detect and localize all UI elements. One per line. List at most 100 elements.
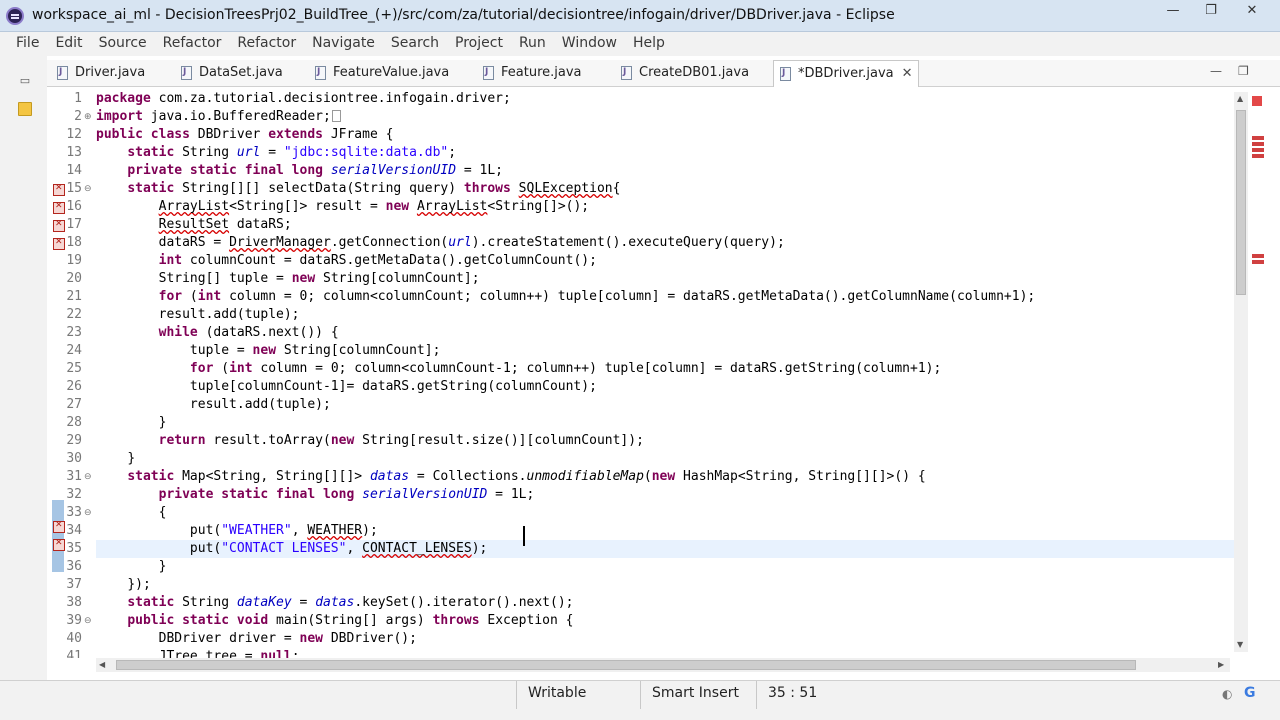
code-line[interactable]: }: [96, 558, 1236, 576]
code-line[interactable]: put("WEATHER", WEATHER);: [96, 522, 1236, 540]
error-token: DriverManager: [229, 235, 331, 250]
error-marker[interactable]: [1252, 136, 1264, 140]
code-line[interactable]: }: [96, 414, 1236, 432]
menu-edit[interactable]: Edit: [47, 32, 90, 56]
code-line[interactable]: package com.za.tutorial.decisiontree.inf…: [96, 90, 1236, 108]
error-marker[interactable]: [1252, 260, 1264, 264]
insert-mode-status[interactable]: Smart Insert: [652, 685, 739, 701]
collapse-icon[interactable]: ⊖: [84, 180, 94, 198]
code-line[interactable]: static String[][] selectData(String quer…: [96, 180, 1236, 198]
error-token: ResultSet: [158, 217, 230, 232]
tab-dataset-java[interactable]: DataSet.java: [175, 60, 283, 87]
menu-project[interactable]: Project: [447, 32, 511, 56]
expand-icon[interactable]: ⊕: [84, 108, 94, 126]
tab-featurevalue-java[interactable]: FeatureValue.java: [309, 60, 449, 87]
google-icon[interactable]: G: [1244, 685, 1256, 701]
vertical-scrollbar[interactable]: ▲ ▼: [1234, 92, 1248, 652]
code-line[interactable]: static String url = "jdbc:sqlite:data.db…: [96, 144, 1236, 162]
collapse-icon[interactable]: ⊖: [84, 468, 94, 486]
collapse-icon[interactable]: ⊖: [84, 612, 94, 630]
minimize-button[interactable]: —: [1154, 1, 1192, 21]
menu-source[interactable]: Source: [91, 32, 155, 56]
code-line[interactable]: ResultSet dataRS;: [96, 216, 1236, 234]
vertical-scroll-thumb[interactable]: [1236, 110, 1246, 295]
scroll-left-icon[interactable]: ◀: [99, 660, 105, 669]
horizontal-scrollbar[interactable]: ◀ ▶: [96, 658, 1230, 672]
error-marker[interactable]: [1252, 148, 1264, 152]
menu-refactor-2[interactable]: Refactor: [229, 32, 304, 56]
tab-dbdriver-java[interactable]: *DBDriver.java ✕: [773, 60, 919, 87]
keyword: static: [127, 181, 175, 196]
menu-navigate[interactable]: Navigate: [304, 32, 383, 56]
folded-region-icon[interactable]: [331, 110, 341, 122]
error-marker[interactable]: [1252, 154, 1264, 158]
menu-window[interactable]: Window: [554, 32, 625, 56]
code-line[interactable]: tuple = new String[columnCount];: [96, 342, 1236, 360]
keyword: null: [260, 649, 292, 658]
package-explorer-icon[interactable]: [18, 102, 32, 116]
scroll-up-icon[interactable]: ▲: [1237, 94, 1243, 103]
maximize-editor-icon[interactable]: ❐: [1238, 64, 1249, 78]
code-text-span: });: [127, 577, 151, 592]
code-text-span: = 1L;: [456, 163, 504, 178]
code-line[interactable]: {: [96, 504, 1236, 522]
progress-icon[interactable]: ◐: [1222, 687, 1232, 701]
code-line[interactable]: int columnCount = dataRS.getMetaData().g…: [96, 252, 1236, 270]
tab-close-icon[interactable]: ✕: [902, 66, 913, 81]
code-line[interactable]: });: [96, 576, 1236, 594]
code-line[interactable]: result.add(tuple);: [96, 306, 1236, 324]
overview-ruler[interactable]: [1250, 92, 1266, 652]
close-button[interactable]: ✕: [1230, 1, 1274, 21]
scroll-right-icon[interactable]: ▶: [1218, 660, 1224, 669]
code-line[interactable]: while (dataRS.next()) {: [96, 324, 1236, 342]
code-line[interactable]: static String dataKey = datas.keySet().i…: [96, 594, 1236, 612]
horizontal-scroll-thumb[interactable]: [116, 660, 1136, 670]
code-line[interactable]: private static final long serialVersionU…: [96, 162, 1236, 180]
code-line[interactable]: static Map<String, String[][]> datas = C…: [96, 468, 1236, 486]
code-text-span: java.io.BufferedReader;: [142, 109, 331, 124]
code-line[interactable]: public static void main(String[] args) t…: [96, 612, 1236, 630]
menu-refactor[interactable]: Refactor: [155, 32, 230, 56]
menu-run[interactable]: Run: [511, 32, 554, 56]
error-token: WEATHER: [307, 523, 363, 538]
code-line[interactable]: return result.toArray(new String[result.…: [96, 432, 1236, 450]
eclipse-icon: [6, 7, 24, 25]
code-line[interactable]: private static final long serialVersionU…: [96, 486, 1236, 504]
error-marker[interactable]: [1252, 254, 1264, 258]
code-text-span: .keySet().iterator().next();: [354, 595, 574, 610]
code-line[interactable]: tuple[columnCount-1]= dataRS.getString(c…: [96, 378, 1236, 396]
error-marker[interactable]: [1252, 142, 1264, 146]
tab-createdb01-java[interactable]: CreateDB01.java: [615, 60, 749, 87]
menu-file[interactable]: File: [8, 32, 47, 56]
code-line[interactable]: result.add(tuple);: [96, 396, 1236, 414]
error-summary-icon[interactable]: [1252, 96, 1262, 106]
code-line[interactable]: import java.io.BufferedReader;: [96, 108, 1236, 126]
menu-search[interactable]: Search: [383, 32, 447, 56]
minimize-editor-icon[interactable]: —: [1210, 64, 1222, 78]
code-line[interactable]: for (int column = 0; column<columnCount;…: [96, 288, 1236, 306]
code-text-span: =: [260, 145, 284, 160]
code-line[interactable]: for (int column = 0; column<columnCount-…: [96, 360, 1236, 378]
code-text-span: columnCount = dataRS.getMetaData().getCo…: [182, 253, 597, 268]
menu-help[interactable]: Help: [625, 32, 673, 56]
code-text[interactable]: package com.za.tutorial.decisiontree.inf…: [96, 88, 1236, 658]
tab-feature-java[interactable]: Feature.java: [477, 60, 582, 87]
restore-view-icon[interactable]: ▭: [18, 74, 32, 88]
keyword: for: [189, 361, 214, 376]
current-code-line[interactable]: put("CONTACT LENSES", CONTACT_LENSES);: [96, 540, 1236, 558]
line-number: 25: [66, 361, 82, 376]
maximize-button[interactable]: ❐: [1192, 1, 1230, 21]
code-line[interactable]: String[] tuple = new String[columnCount]…: [96, 270, 1236, 288]
window-title: workspace_ai_ml - DecisionTreesPrj02_Bui…: [32, 7, 895, 23]
scroll-down-icon[interactable]: ▼: [1237, 640, 1243, 649]
code-line[interactable]: dataRS = DriverManager.getConnection(url…: [96, 234, 1236, 252]
code-line[interactable]: ArrayList<String[]> result = new ArrayLi…: [96, 198, 1236, 216]
code-line[interactable]: }: [96, 450, 1236, 468]
line-number: 29: [66, 433, 82, 448]
code-editor[interactable]: 1 2 ⊕ 12 13 14 15 ⊖ 16 17 18 19 20 21 22…: [52, 88, 1250, 658]
tab-driver-java[interactable]: Driver.java: [51, 60, 145, 87]
code-line[interactable]: DBDriver driver = new DBDriver();: [96, 630, 1236, 648]
code-line[interactable]: JTree tree = null;: [96, 648, 1236, 658]
code-line[interactable]: public class DBDriver extends JFrame {: [96, 126, 1236, 144]
collapse-icon[interactable]: ⊖: [84, 504, 94, 522]
